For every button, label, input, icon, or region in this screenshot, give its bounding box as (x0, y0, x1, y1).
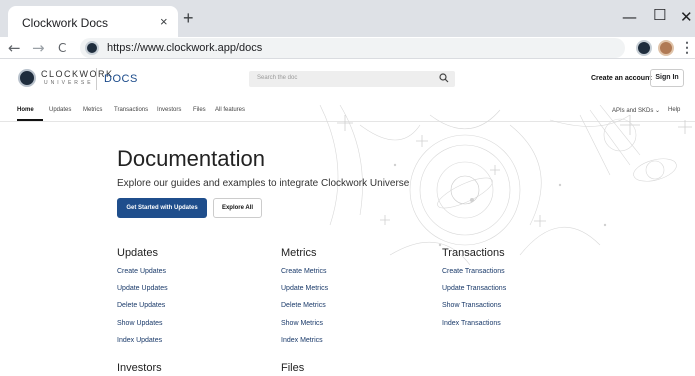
get-started-button[interactable]: Get Started with Updates (117, 198, 207, 218)
link-create-updates[interactable]: Create Updates (117, 268, 166, 275)
nav-item-investors[interactable]: Investors (157, 107, 181, 113)
logo-divider (96, 68, 97, 90)
link-show-updates[interactable]: Show Updates (117, 320, 163, 327)
link-delete-metrics[interactable]: Delete Metrics (281, 302, 326, 309)
back-icon[interactable]: ← (8, 39, 21, 57)
link-index-updates[interactable]: Index Updates (117, 337, 162, 344)
create-account-link[interactable]: Create an account (591, 75, 652, 82)
logo-text[interactable]: CLOCKWORK (41, 69, 114, 79)
link-index-metrics[interactable]: Index Metrics (281, 337, 323, 344)
site-header: CLOCKWORK UNIVERSE DOCS Search the doc C… (0, 60, 695, 98)
link-delete-updates[interactable]: Delete Updates (117, 302, 165, 309)
browser-toolbar: ← → C https://www.clockwork.app/docs (0, 37, 695, 59)
link-show-metrics[interactable]: Show Metrics (281, 320, 323, 327)
page-description: Explore our guides and examples to integ… (117, 178, 410, 189)
address-bar[interactable]: https://www.clockwork.app/docs (80, 38, 625, 58)
nav-item-transactions[interactable]: Transactions (114, 107, 148, 113)
sign-in-button[interactable]: Sign In (650, 69, 684, 87)
section-title-investors: Investors (117, 362, 162, 374)
search-placeholder: Search the doc (257, 75, 298, 81)
forward-icon[interactable]: → (32, 39, 45, 57)
nav-item-metrics[interactable]: Metrics (83, 107, 102, 113)
section-title-metrics: Metrics (281, 247, 317, 259)
site-favicon-icon (85, 41, 99, 55)
link-update-updates[interactable]: Update Updates (117, 285, 168, 292)
link-index-transactions[interactable]: Index Transactions (442, 320, 501, 327)
extension-icon[interactable] (636, 40, 652, 56)
new-tab-icon[interactable]: + (183, 9, 194, 27)
link-create-metrics[interactable]: Create Metrics (281, 268, 327, 275)
tab-title: Clockwork Docs (22, 16, 109, 30)
maximize-icon[interactable]: ☐ (653, 6, 666, 24)
minimize-icon[interactable]: — (622, 8, 637, 26)
nav-item-files[interactable]: Files (193, 107, 206, 113)
nav-item-updates[interactable]: Updates (49, 107, 71, 113)
browser-menu-icon[interactable]: ⋮ (680, 39, 694, 56)
address-url[interactable]: https://www.clockwork.app/docs (107, 42, 262, 54)
logo-subtitle: UNIVERSE (44, 80, 94, 86)
link-create-transactions[interactable]: Create Transactions (442, 268, 505, 275)
clockwork-logo-icon[interactable] (18, 69, 36, 87)
section-title-transactions: Transactions (442, 247, 505, 259)
link-update-metrics[interactable]: Update Metrics (281, 285, 328, 292)
nav-item-all-features[interactable]: All features (215, 107, 245, 113)
nav-item-home[interactable]: Home (17, 107, 34, 113)
section-title-updates: Updates (117, 247, 158, 259)
reload-icon[interactable]: C (58, 39, 66, 57)
explore-all-button[interactable]: Explore All (213, 198, 262, 218)
search-icon[interactable] (439, 72, 449, 87)
link-update-transactions[interactable]: Update Transactions (442, 285, 506, 292)
page-title: Documentation (117, 146, 265, 171)
profile-avatar[interactable] (658, 40, 674, 56)
browser-tabstrip: Clockwork Docs × + — ☐ ✕ (0, 0, 695, 37)
tab-close-icon[interactable]: × (160, 14, 168, 29)
search-input[interactable]: Search the doc (249, 71, 455, 87)
browser-tab[interactable]: Clockwork Docs × (8, 6, 178, 37)
section-title-files: Files (281, 362, 305, 374)
close-window-icon[interactable]: ✕ (680, 8, 693, 26)
link-show-transactions[interactable]: Show Transactions (442, 302, 501, 309)
active-tab-underline (17, 119, 43, 121)
docs-label[interactable]: DOCS (104, 73, 138, 85)
